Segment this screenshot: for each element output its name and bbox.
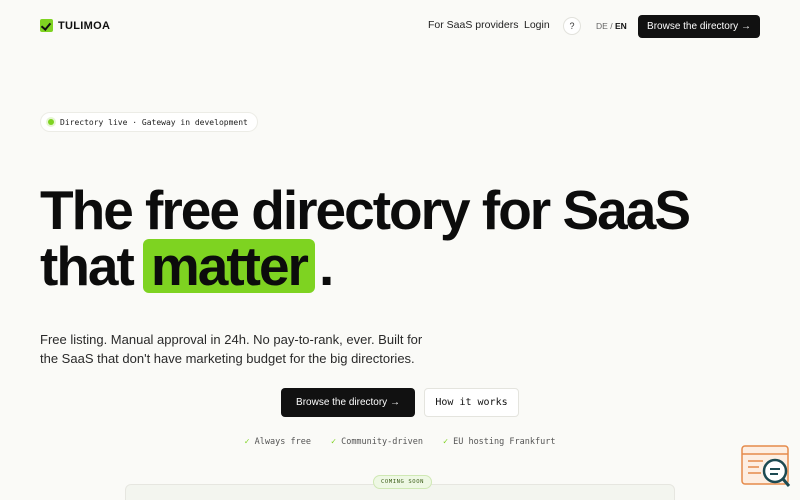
lang-separator: / bbox=[610, 21, 613, 31]
header-browse-button[interactable]: Browse the directory → bbox=[638, 15, 760, 38]
nav-login[interactable]: Login bbox=[524, 19, 550, 31]
status-text: Directory live · Gateway in development bbox=[60, 117, 248, 127]
title-highlight: matter bbox=[142, 239, 315, 294]
how-it-works-button[interactable]: How it works bbox=[424, 388, 519, 417]
logo[interactable]: TULIMOA bbox=[40, 19, 110, 32]
title-period: . bbox=[318, 235, 334, 297]
feature-list: ✓ Always free ✓ Community-driven ✓ EU ho… bbox=[0, 437, 800, 447]
logo-text: TULIMOA bbox=[58, 19, 111, 32]
site-header: TULIMOA For SaaS providers Login ? DE / … bbox=[0, 0, 800, 52]
title-that: that bbox=[40, 235, 135, 297]
lang-en[interactable]: EN bbox=[615, 21, 627, 31]
feature-always-free: ✓ Always free bbox=[245, 437, 311, 447]
nav-for-saas-providers[interactable]: For SaaS providers bbox=[428, 19, 518, 31]
coming-soon-badge: COMING SOON bbox=[373, 475, 433, 489]
lang-de[interactable]: DE bbox=[596, 21, 608, 31]
feedback-widget-icon[interactable] bbox=[741, 445, 791, 489]
check-icon: ✓ bbox=[330, 437, 337, 447]
browse-directory-button[interactable]: Browse the directory → bbox=[281, 388, 415, 417]
logo-check-icon bbox=[40, 19, 53, 32]
language-switcher: DE / EN bbox=[596, 21, 627, 31]
feature-community: ✓ Community-driven bbox=[331, 437, 423, 447]
help-button[interactable]: ? bbox=[563, 17, 581, 35]
status-badge: Directory live · Gateway in development bbox=[40, 112, 258, 132]
title-line-1: The free directory for SaaS bbox=[40, 179, 691, 241]
feature-label: Always free bbox=[254, 437, 311, 447]
page-title: The free directory for SaaS that matter … bbox=[40, 179, 691, 294]
feature-label: Community-driven bbox=[341, 437, 423, 447]
feature-eu-hosting: ✓ EU hosting Frankfurt bbox=[443, 437, 555, 447]
title-line-2: that matter . bbox=[40, 238, 689, 294]
check-icon: ✓ bbox=[244, 437, 250, 447]
lead-paragraph: Free listing. Manual approval in 24h. No… bbox=[40, 332, 423, 366]
feature-label: EU hosting Frankfurt bbox=[453, 437, 556, 447]
check-icon: ✓ bbox=[442, 437, 449, 447]
live-dot-icon bbox=[48, 119, 54, 125]
